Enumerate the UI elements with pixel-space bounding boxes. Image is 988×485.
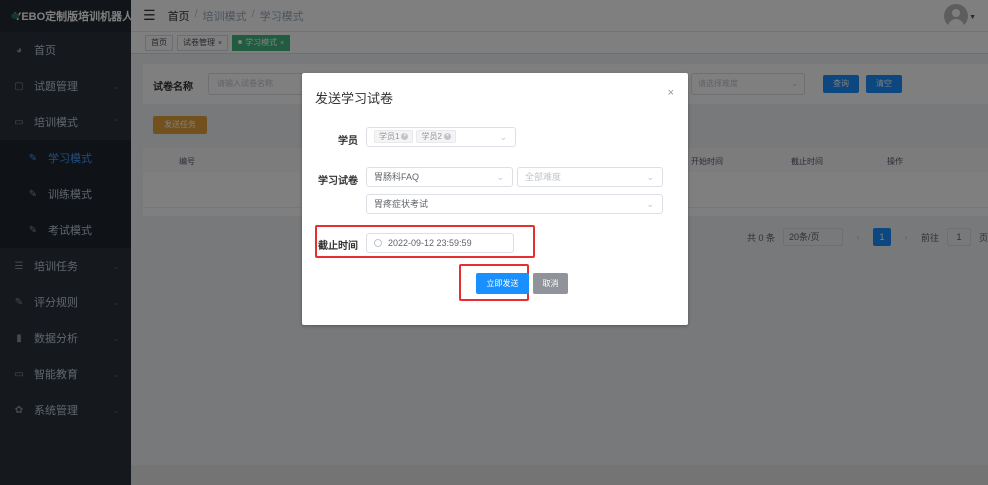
chevron-down-icon: ⌄: [646, 172, 654, 182]
paper-category-value: 胃肠科FAQ: [374, 172, 420, 182]
paper-category-select[interactable]: 胃肠科FAQ ⌄: [366, 167, 513, 187]
chevron-down-icon: ⌄: [499, 132, 507, 142]
chip-remove-icon[interactable]: ×: [443, 133, 451, 141]
deadline-value: 2022-09-12 23:59:59: [388, 238, 472, 248]
chip-remove-icon[interactable]: ×: [401, 133, 409, 141]
chevron-down-icon: ⌄: [646, 199, 654, 209]
student-chip: 学员2 ×: [416, 130, 456, 143]
deadline-label: 截止时间: [318, 241, 358, 252]
paper-name-select[interactable]: 胃疼症状考试 ⌄: [366, 194, 663, 214]
difficulty-placeholder: 全部难度: [525, 172, 562, 182]
close-icon[interactable]: ×: [668, 87, 674, 99]
student-label: 学员: [338, 136, 358, 147]
dialog-title: 发送学习试卷: [315, 91, 394, 106]
chip-label: 学员2: [421, 132, 442, 141]
send-study-paper-dialog: 发送学习试卷 × 学员 学员1 × 学员2 × ⌄ 学习试卷 胃肠科FAQ ⌄ 全部难…: [302, 73, 688, 325]
student-chip: 学员1 ×: [374, 130, 414, 143]
chevron-down-icon: ⌄: [496, 172, 504, 182]
paper-label: 学习试卷: [318, 176, 358, 187]
send-now-button[interactable]: 立即发送: [476, 273, 529, 294]
clock-icon: [374, 238, 382, 247]
paper-name-value: 胃疼症状考试: [374, 199, 429, 209]
chip-label: 学员1: [379, 132, 400, 141]
student-select[interactable]: 学员1 × 学员2 × ⌄: [366, 127, 516, 147]
difficulty-dropdown[interactable]: 全部难度 ⌄: [517, 167, 663, 187]
cancel-button[interactable]: 取消: [533, 273, 568, 294]
deadline-picker[interactable]: 2022-09-12 23:59:59: [366, 233, 514, 253]
